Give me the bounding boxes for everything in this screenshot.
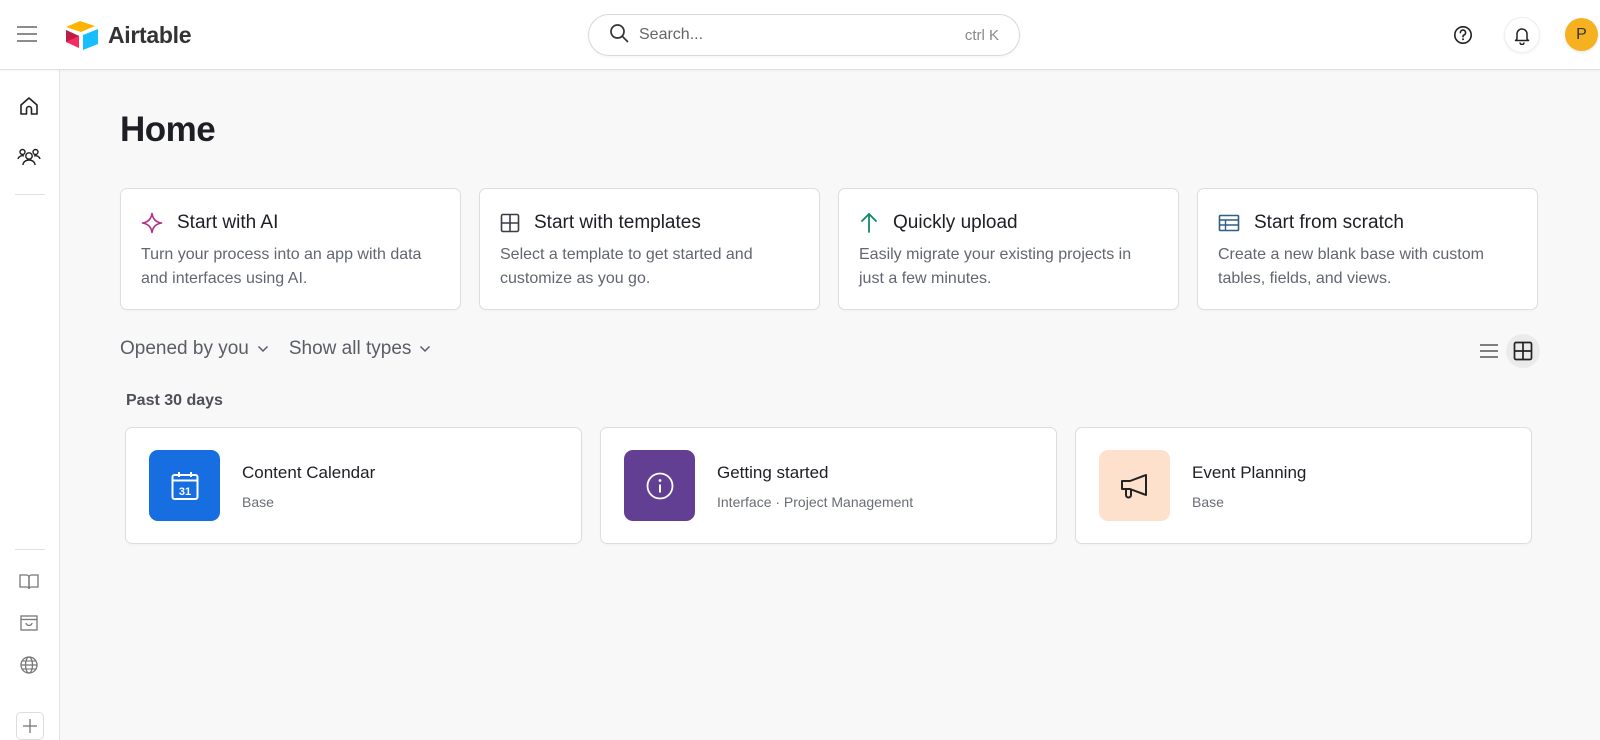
book-icon xyxy=(19,574,39,590)
grid-view-icon xyxy=(1513,341,1533,361)
base-meta: Base xyxy=(1192,494,1224,510)
card-title: Start with templates xyxy=(534,212,701,233)
card-title: Start from scratch xyxy=(1254,212,1404,233)
calendar-icon-text: 31 xyxy=(178,486,190,498)
start-with-templates-card[interactable]: Start with templates Select a template t… xyxy=(479,188,820,310)
calendar-icon: 31 xyxy=(171,471,198,500)
base-name: Content Calendar xyxy=(242,463,376,482)
grid-icon xyxy=(500,213,520,233)
base-name: Event Planning xyxy=(1192,463,1307,482)
opened-by-dropdown[interactable]: Opened by you xyxy=(120,338,269,360)
help-button[interactable] xyxy=(1445,17,1481,53)
globe-icon xyxy=(20,656,38,674)
avatar-initial: P xyxy=(1576,25,1587,43)
list-view-icon xyxy=(1480,344,1498,358)
sparkle-icon xyxy=(141,212,163,234)
sidebar-item-home[interactable] xyxy=(17,94,41,118)
page-title: Home xyxy=(120,110,216,149)
base-tile xyxy=(624,450,695,521)
megaphone-icon xyxy=(1120,473,1147,498)
chevron-down-icon xyxy=(257,345,268,353)
main-content: Home Start with AI Turn your process int… xyxy=(60,70,1600,740)
recent-item-event-planning[interactable]: Event Planning Base xyxy=(1075,427,1532,544)
search-bar[interactable]: ctrl K xyxy=(588,14,1020,56)
section-label: Past 30 days xyxy=(126,392,223,409)
base-meta: Base xyxy=(242,494,274,510)
app-name: Airtable xyxy=(108,21,192,48)
notifications-button[interactable] xyxy=(1504,17,1540,53)
card-description: Easily migrate your existing projects in… xyxy=(859,246,1132,287)
inbox-icon xyxy=(20,615,38,631)
search-input[interactable] xyxy=(639,26,965,44)
search-icon xyxy=(609,23,629,48)
sidebar-item-marketplace[interactable] xyxy=(17,611,41,635)
card-title: Start with AI xyxy=(177,212,279,233)
info-icon xyxy=(646,472,673,499)
user-avatar[interactable]: P xyxy=(1565,18,1598,51)
sidebar-divider xyxy=(15,549,45,550)
base-meta: Interface · Project Management xyxy=(717,494,914,510)
search-shortcut: ctrl K xyxy=(964,26,999,44)
start-from-scratch-card[interactable]: Start from scratch Create a new blank ba… xyxy=(1197,188,1538,310)
base-tile xyxy=(1099,450,1170,521)
base-name: Getting started xyxy=(717,463,829,482)
users-icon xyxy=(17,148,41,166)
airtable-logo-icon xyxy=(66,21,98,50)
sidebar-item-workspaces[interactable] xyxy=(17,145,41,169)
home-icon xyxy=(20,97,38,115)
sidebar-divider xyxy=(15,194,45,195)
type-label: Show all types xyxy=(288,338,412,359)
card-title: Quickly upload xyxy=(893,212,1018,233)
bell-icon xyxy=(1514,28,1530,45)
help-icon xyxy=(1454,26,1472,44)
type-dropdown[interactable]: Show all types xyxy=(289,338,432,360)
sidebar-item-templates[interactable] xyxy=(17,570,41,594)
airtable-logo[interactable]: Airtable xyxy=(64,18,192,52)
top-bar: Airtable ctrl K P xyxy=(0,0,1600,70)
base-tile: 31 xyxy=(149,450,220,521)
card-description: Turn your process into an app with data … xyxy=(141,246,422,287)
start-with-ai-card[interactable]: Start with AI Turn your process into an … xyxy=(120,188,461,310)
sidebar-item-universe[interactable] xyxy=(17,653,41,677)
grid-view-button[interactable] xyxy=(1506,334,1540,368)
card-description: Select a template to get started and cus… xyxy=(500,246,753,287)
recent-item-content-calendar[interactable]: 31 Content Calendar Base xyxy=(125,427,582,544)
hamburger-icon[interactable] xyxy=(16,24,38,44)
list-view-button[interactable] xyxy=(1472,334,1506,368)
arrow-up-icon xyxy=(861,213,877,233)
filters: Opened by you Show all types xyxy=(120,338,431,360)
table-icon xyxy=(1218,214,1240,232)
chevron-down-icon xyxy=(420,345,431,353)
card-description: Create a new blank base with custom tabl… xyxy=(1218,246,1484,287)
sidebar xyxy=(0,70,60,740)
quickly-upload-card[interactable]: Quickly upload Easily migrate your exist… xyxy=(838,188,1179,310)
create-button[interactable] xyxy=(16,712,44,740)
plus-icon xyxy=(23,719,37,733)
opened-by-label: Opened by you xyxy=(120,338,249,359)
recent-item-getting-started[interactable]: Getting started Interface · Project Mana… xyxy=(600,427,1057,544)
